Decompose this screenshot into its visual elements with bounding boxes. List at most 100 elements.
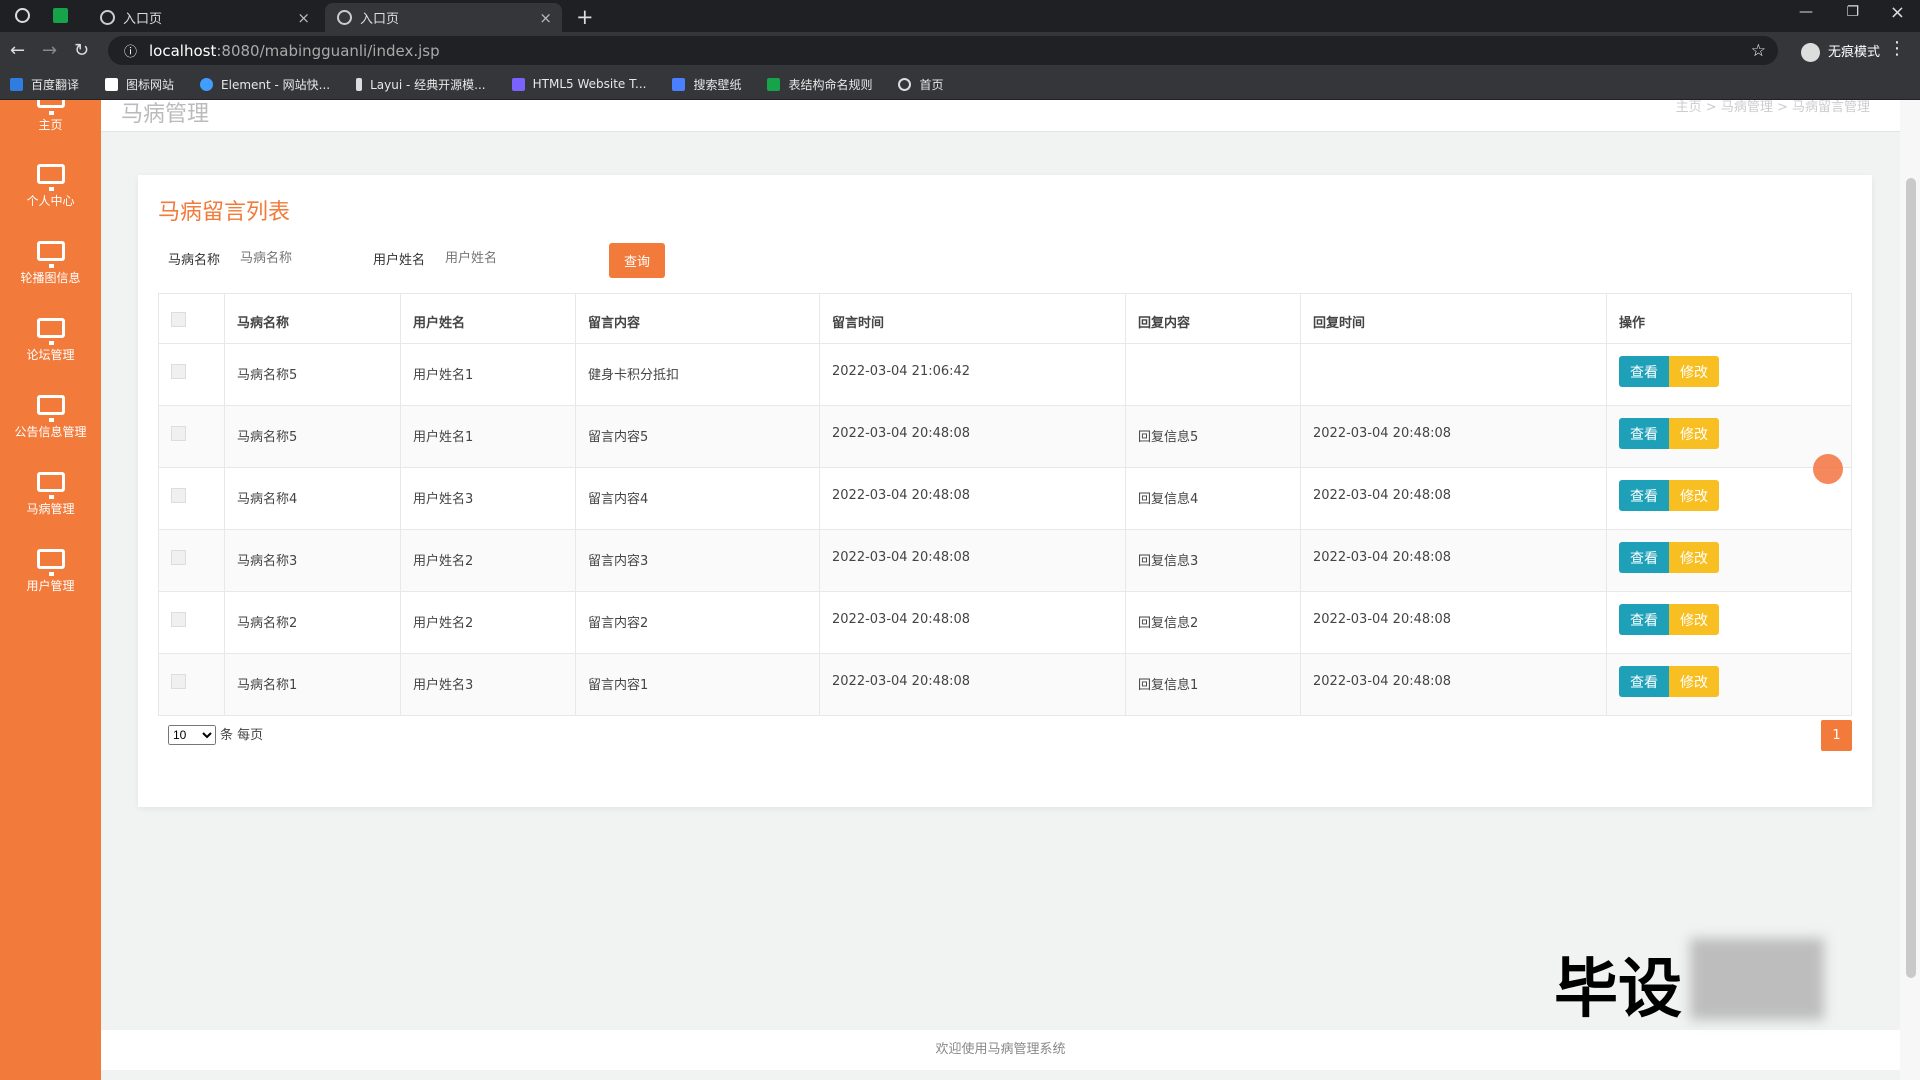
spreadsheet-icon [767, 77, 781, 91]
table-cell: 2022-03-04 20:48:08 [1300, 467, 1607, 530]
breadcrumb[interactable]: 主页 > 马病管理 > 马病留言管理 [1676, 100, 1870, 115]
user-name-input[interactable] [445, 241, 565, 275]
address-bar[interactable]: ⓘ localhost:8080/mabingguanli/index.jsp ☆ [108, 36, 1778, 65]
incognito-indicator[interactable]: 无痕模式 [1800, 41, 1880, 62]
bookmark-label: 表结构命名规则 [788, 77, 873, 92]
table-cell: 2022-03-04 20:48:08 [819, 591, 1126, 654]
sidebar: 主页 个人中心 轮播图信息 论坛管理 公告信息管理 马病管理 用户管理 [0, 100, 101, 1080]
tab-label: 入口页 [123, 12, 163, 27]
sidebar-label: 论坛管理 [26, 348, 75, 362]
select-all-cell [158, 293, 225, 344]
sidebar-item-carousel[interactable]: 轮播图信息 [0, 241, 101, 286]
table-cell: 2022-03-04 20:48:08 [1300, 405, 1607, 468]
bookmark-layui[interactable]: Layui - 经典开源模... [356, 76, 486, 93]
view-button[interactable]: 查看 [1619, 356, 1669, 387]
spreadsheet-tab-icon[interactable] [53, 8, 68, 23]
footer-text: 欢迎使用马病管理系统 [101, 1030, 1900, 1070]
tab-label: 入口页 [360, 12, 400, 27]
table-cell: 回复信息2 [1125, 591, 1301, 654]
bookmark-icons-site[interactable]: 图标网站 [105, 76, 174, 93]
table-cell: 用户姓名3 [400, 467, 576, 530]
page-size-select[interactable]: 10 [168, 725, 216, 745]
tab-entry-page-1[interactable]: 入口页 × [88, 3, 320, 32]
bookmark-star-icon[interactable]: ☆ [1751, 41, 1766, 61]
bookmark-baidu-translate[interactable]: 百度翻译 [10, 76, 79, 93]
sidebar-item-users[interactable]: 用户管理 [0, 549, 101, 594]
wallpaper-icon [672, 77, 686, 91]
bookmark-html5[interactable]: HTML5 Website T... [511, 77, 646, 91]
table-cell: 回复信息1 [1125, 653, 1301, 716]
globe-icon [898, 77, 912, 91]
bookmarks-bar: 百度翻译 图标网站 Element - 网站快... Layui - 经典开源模… [0, 69, 1920, 100]
browser-tabbar: 入口页 × 入口页 × + — ❐ × [0, 0, 1920, 32]
current-page-button[interactable]: 1 [1821, 720, 1852, 751]
row-checkbox[interactable] [171, 488, 186, 503]
column-header: 操作 [1606, 293, 1852, 344]
menu-dots-icon[interactable]: ⋮ [1888, 38, 1906, 59]
table-cell: 2022-03-04 21:06:42 [819, 343, 1126, 406]
bookmark-wallpaper[interactable]: 搜索壁纸 [672, 76, 741, 93]
sidebar-item-home[interactable]: 主页 [0, 100, 101, 133]
view-button[interactable]: 查看 [1619, 604, 1669, 635]
bookmark-label: 百度翻译 [31, 77, 80, 92]
table-row: 马病名称5 用户姓名1 健身卡积分抵扣 2022-03-04 21:06:42 查看 修改 [158, 343, 1852, 406]
minimize-icon[interactable]: — [1799, 4, 1813, 20]
table-cell [1125, 343, 1301, 406]
edit-button[interactable]: 修改 [1669, 604, 1719, 635]
close-tab-icon[interactable]: × [539, 9, 552, 27]
page-scrollbar[interactable] [1900, 100, 1920, 1080]
restore-icon[interactable]: ❐ [1846, 4, 1859, 20]
close-tab-icon[interactable]: × [297, 9, 310, 27]
table-cell: 马病名称1 [224, 653, 401, 716]
bookmark-label: Layui - 经典开源模... [370, 77, 486, 92]
url-host: localhost [149, 41, 217, 60]
edit-button[interactable]: 修改 [1669, 666, 1719, 697]
edit-button[interactable]: 修改 [1669, 356, 1719, 387]
sidebar-item-profile[interactable]: 个人中心 [0, 164, 101, 209]
select-all-checkbox[interactable] [171, 312, 186, 327]
new-tab-icon[interactable]: + [576, 5, 594, 29]
sidebar-item-forum[interactable]: 论坛管理 [0, 318, 101, 363]
view-button[interactable]: 查看 [1619, 418, 1669, 449]
view-button[interactable]: 查看 [1619, 542, 1669, 573]
row-checkbox[interactable] [171, 364, 186, 379]
bookmark-label: Element - 网站快... [221, 77, 331, 92]
view-button[interactable]: 查看 [1619, 480, 1669, 511]
table-cell: 用户姓名1 [400, 405, 576, 468]
reload-icon[interactable]: ↻ [74, 40, 89, 61]
edit-button[interactable]: 修改 [1669, 418, 1719, 449]
window-close-icon[interactable]: × [1890, 2, 1905, 23]
baidu-translate-icon [10, 77, 23, 91]
edit-button[interactable]: 修改 [1669, 480, 1719, 511]
watermark-blur [1690, 938, 1824, 1020]
row-checkbox[interactable] [171, 426, 186, 441]
incognito-label: 无痕模式 [1827, 45, 1880, 60]
browser-menu-icon[interactable] [15, 8, 30, 23]
table-cell: 2022-03-04 20:48:08 [819, 653, 1126, 716]
monitor-icon [36, 395, 65, 422]
forward-icon[interactable]: → [42, 40, 57, 61]
row-checkbox[interactable] [171, 612, 186, 627]
bookmark-element[interactable]: Element - 网站快... [200, 76, 330, 93]
disease-name-input[interactable] [240, 241, 360, 275]
table-cell: 马病名称2 [224, 591, 401, 654]
table-cell: 用户姓名1 [400, 343, 576, 406]
page-header: 马病管理 主页 > 马病管理 > 马病留言管理 [101, 100, 1900, 132]
scrollbar-thumb[interactable] [1906, 178, 1916, 978]
table-cell: 留言内容1 [575, 653, 820, 716]
bookmark-home[interactable]: 首页 [898, 76, 944, 93]
bookmark-table-naming[interactable]: 表结构命名规则 [767, 76, 872, 93]
row-checkbox[interactable] [171, 674, 186, 689]
site-info-icon[interactable]: ⓘ [124, 41, 137, 60]
query-button[interactable]: 查询 [609, 243, 665, 278]
edit-button[interactable]: 修改 [1669, 542, 1719, 573]
monitor-icon [36, 164, 65, 191]
sidebar-item-notice[interactable]: 公告信息管理 [0, 395, 101, 440]
row-checkbox[interactable] [171, 550, 186, 565]
view-button[interactable]: 查看 [1619, 666, 1669, 697]
back-icon[interactable]: ← [10, 40, 25, 61]
tab-entry-page-2[interactable]: 入口页 × [325, 3, 562, 32]
table-cell: 2022-03-04 20:48:08 [1300, 591, 1607, 654]
sidebar-item-horse-disease[interactable]: 马病管理 [0, 472, 101, 517]
panel-title: 马病留言列表 [158, 200, 291, 225]
